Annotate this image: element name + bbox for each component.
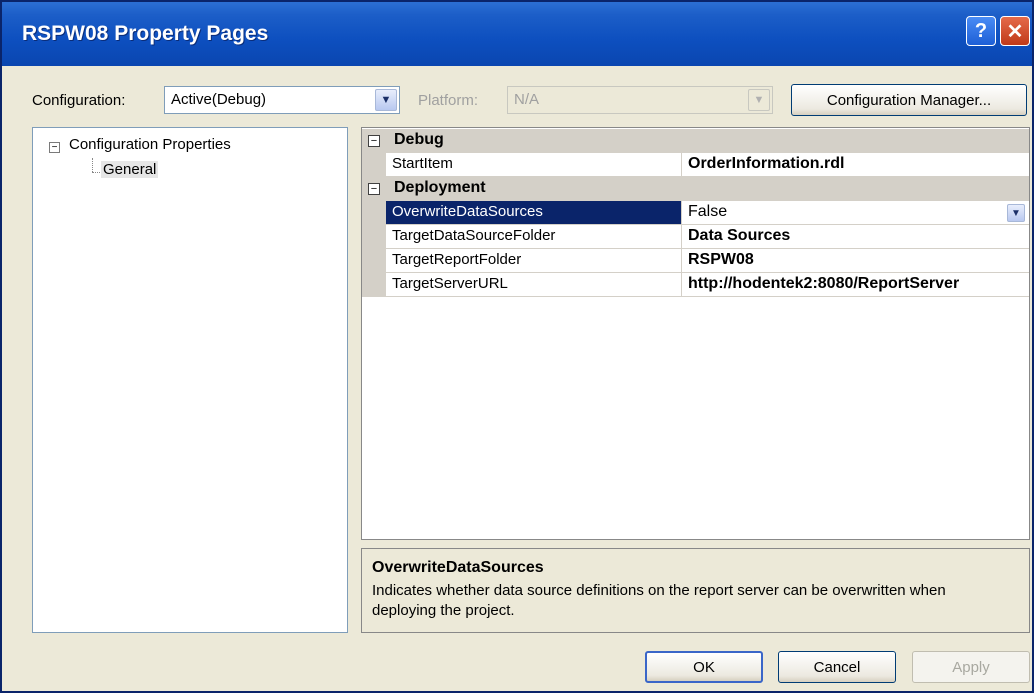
window-title: RSPW08 Property Pages xyxy=(22,22,269,45)
close-icon[interactable]: ✕ xyxy=(1000,16,1030,46)
ok-button[interactable]: OK xyxy=(645,651,763,683)
help-icon[interactable]: ? xyxy=(966,16,996,46)
property-name: TargetServerURL xyxy=(386,273,682,297)
row-gutter xyxy=(362,225,386,249)
configuration-dropdown[interactable]: Active(Debug) ▼ xyxy=(164,86,400,114)
tree-connector-line xyxy=(92,158,93,172)
collapse-icon[interactable]: − xyxy=(368,135,380,147)
property-grid: − Debug StartItem OrderInformation.rdl −… xyxy=(361,127,1030,540)
collapse-icon[interactable]: − xyxy=(368,183,380,195)
category-name: Debug xyxy=(394,131,444,148)
platform-dropdown: N/A ▼ xyxy=(507,86,773,114)
title-bar[interactable]: RSPW08 Property Pages ? ✕ xyxy=(2,2,1032,66)
tree-item-configuration-properties[interactable]: Configuration Properties xyxy=(69,136,231,153)
property-row-targetdatasourcefolder[interactable]: TargetDataSourceFolder Data Sources xyxy=(362,225,1029,249)
property-row-targetreportfolder[interactable]: TargetReportFolder RSPW08 xyxy=(362,249,1029,273)
row-gutter xyxy=(362,249,386,273)
platform-label: Platform: xyxy=(418,92,479,109)
description-text: Indicates whether data source definition… xyxy=(372,582,946,619)
configuration-label: Configuration: xyxy=(32,92,126,109)
apply-button: Apply xyxy=(912,651,1030,683)
property-row-startitem[interactable]: StartItem OrderInformation.rdl xyxy=(362,153,1029,177)
tree-connector-line xyxy=(92,172,100,173)
property-name: OverwriteDataSources xyxy=(386,201,682,225)
property-row-overwritedatasources[interactable]: OverwriteDataSources False ▼ xyxy=(362,201,1029,225)
row-gutter xyxy=(362,153,386,177)
property-name: TargetReportFolder xyxy=(386,249,682,273)
configuration-manager-button[interactable]: Configuration Manager... xyxy=(791,84,1027,116)
chevron-down-icon: ▼ xyxy=(748,89,770,111)
property-value[interactable]: OrderInformation.rdl xyxy=(682,153,1029,177)
category-row-deployment[interactable]: − Deployment xyxy=(362,177,1029,201)
property-name: TargetDataSourceFolder xyxy=(386,225,682,249)
property-value: False xyxy=(688,203,728,220)
property-value[interactable]: http://hodentek2:8080/ReportServer xyxy=(682,273,1029,297)
cancel-button[interactable]: Cancel xyxy=(778,651,896,683)
chevron-down-icon[interactable]: ▼ xyxy=(375,89,397,111)
property-value[interactable]: RSPW08 xyxy=(682,249,1029,273)
description-panel: OverwriteDataSources Indicates whether d… xyxy=(361,548,1030,633)
configuration-tree: − Configuration Properties General xyxy=(32,127,348,633)
platform-value: N/A xyxy=(514,91,540,108)
configuration-value: Active(Debug) xyxy=(171,91,267,108)
category-row-debug[interactable]: − Debug xyxy=(362,129,1029,153)
collapse-icon[interactable]: − xyxy=(49,142,60,153)
property-row-targetserverurl[interactable]: TargetServerURL http://hodentek2:8080/Re… xyxy=(362,273,1029,297)
description-title: OverwriteDataSources xyxy=(372,559,544,576)
category-name: Deployment xyxy=(394,179,486,196)
property-value-dropdown[interactable]: False ▼ xyxy=(682,201,1029,225)
tree-item-general[interactable]: General xyxy=(101,161,159,178)
row-gutter xyxy=(362,201,386,225)
property-value[interactable]: Data Sources xyxy=(682,225,1029,249)
row-gutter xyxy=(362,273,386,297)
chevron-down-icon[interactable]: ▼ xyxy=(1007,204,1025,222)
property-name: StartItem xyxy=(386,153,682,177)
property-pages-dialog: RSPW08 Property Pages ? ✕ Configuration:… xyxy=(0,0,1034,693)
